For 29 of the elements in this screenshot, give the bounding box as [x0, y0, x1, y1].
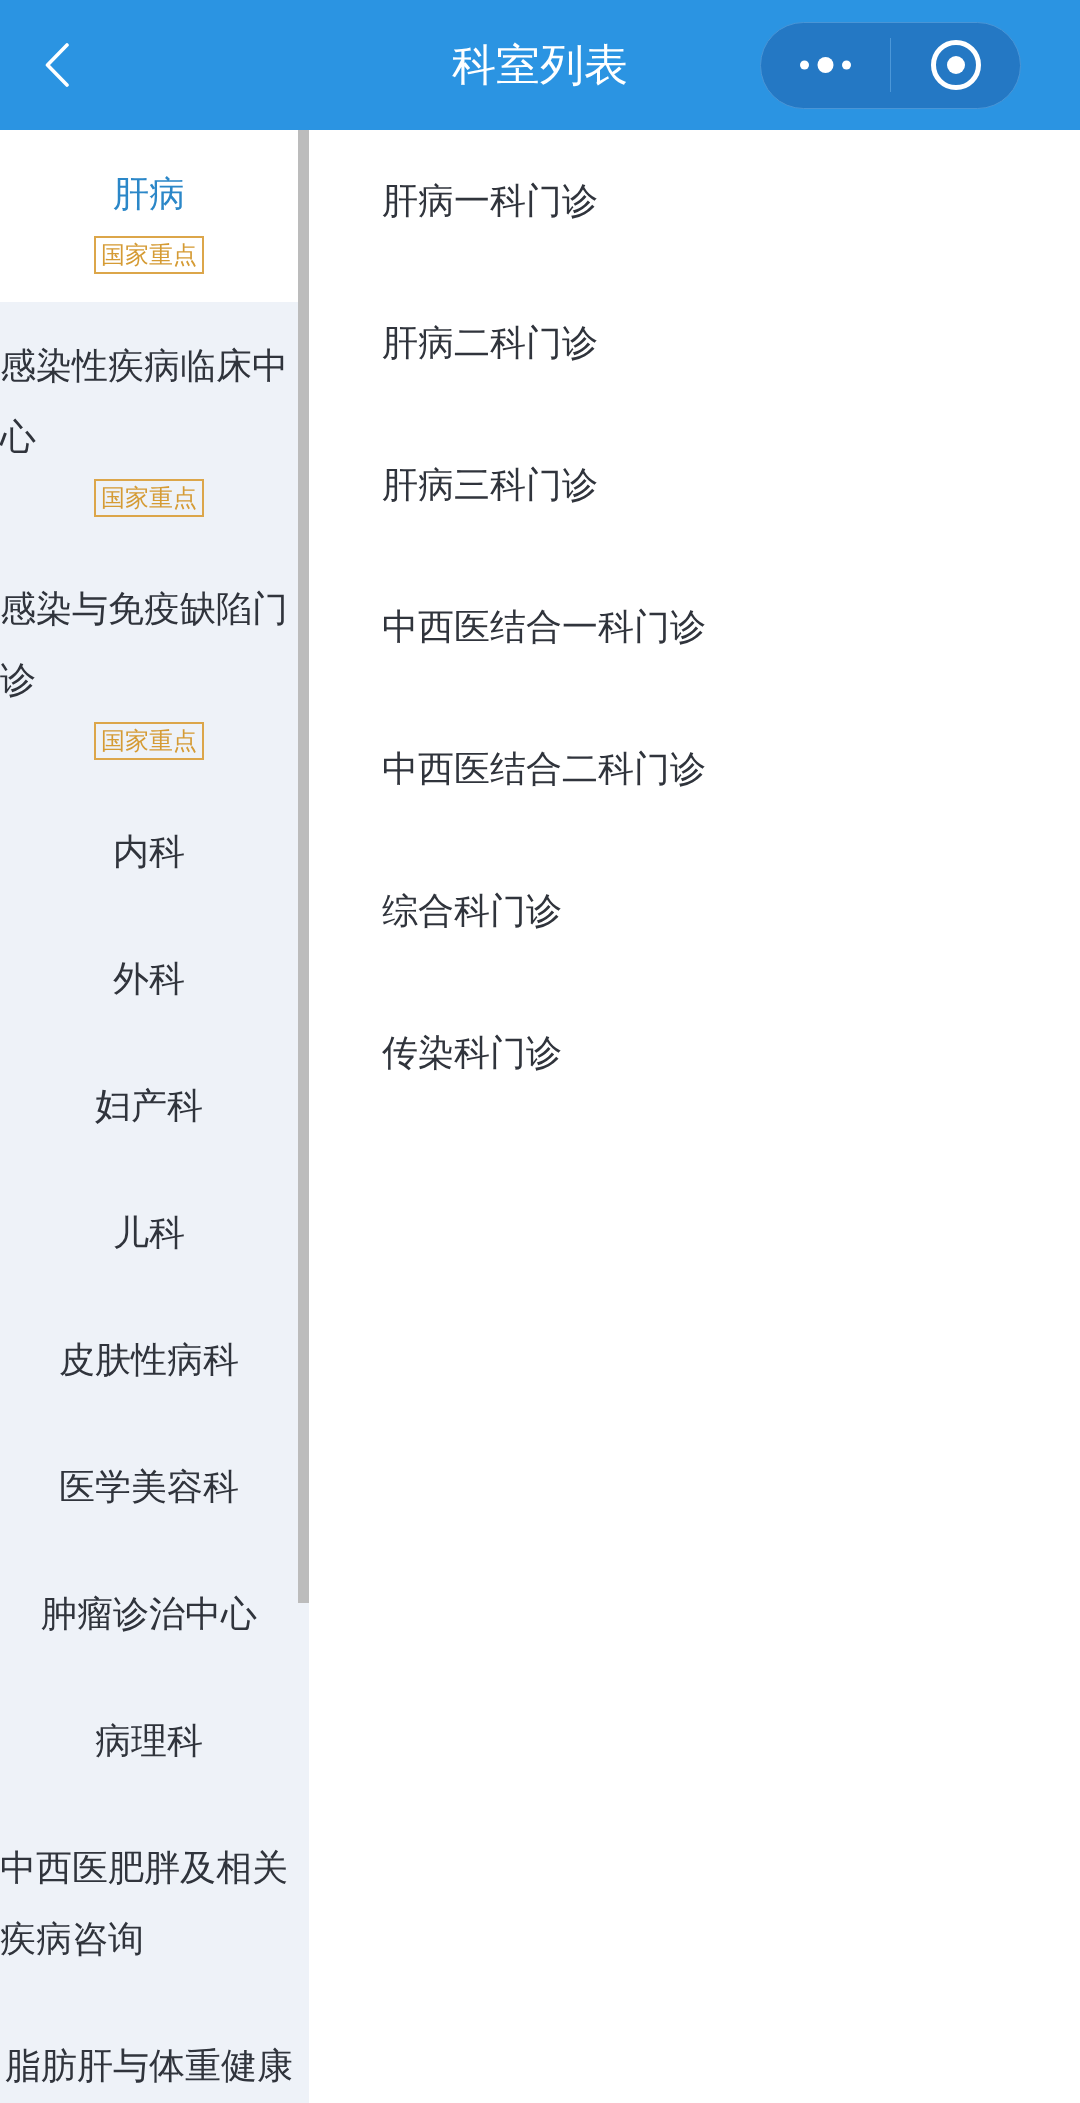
department-item[interactable]: 内科 [0, 788, 298, 915]
department-item[interactable]: 脂肪肝与体重健康 [0, 2002, 298, 2103]
more-icon [800, 57, 851, 73]
circle-dot-icon [930, 40, 981, 90]
clinic-item[interactable]: 肝病一科门诊 [382, 179, 598, 223]
clinic-item[interactable]: 肝病二科门诊 [382, 321, 598, 365]
exit-button[interactable] [930, 40, 981, 90]
clinic-item[interactable]: 综合科门诊 [382, 889, 562, 933]
clinic-item[interactable]: 中西医结合一科门诊 [382, 605, 706, 649]
back-button[interactable] [45, 43, 69, 87]
specialty-badge: 国家重点 [94, 722, 204, 760]
more-button[interactable] [800, 57, 851, 73]
page-title: 科室列表 [452, 38, 628, 92]
clinic-item[interactable]: 肝病三科门诊 [382, 463, 598, 507]
specialty-badge: 国家重点 [94, 236, 204, 274]
specialty-badge: 国家重点 [94, 479, 204, 517]
department-item[interactable]: 感染与免疫缺陷门诊 国家重点 [0, 545, 298, 788]
department-item[interactable]: 外科 [0, 915, 298, 1042]
department-item[interactable]: 肿瘤诊治中心 [0, 1550, 298, 1677]
clinic-item[interactable]: 传染科门诊 [382, 1031, 562, 1075]
department-item[interactable]: 中西医肥胖及相关疾病咨询 [0, 1804, 298, 2002]
department-item[interactable]: 肝病 国家重点 [0, 130, 298, 302]
clinic-item[interactable]: 中西医结合二科门诊 [382, 747, 706, 791]
department-item[interactable]: 病理科 [0, 1677, 298, 1804]
department-item[interactable]: 妇产科 [0, 1042, 298, 1169]
department-item[interactable]: 皮肤性病科 [0, 1296, 298, 1423]
department-item[interactable]: 儿科 [0, 1169, 298, 1296]
department-item[interactable]: 医学美容科 [0, 1423, 298, 1550]
back-icon [45, 43, 69, 87]
